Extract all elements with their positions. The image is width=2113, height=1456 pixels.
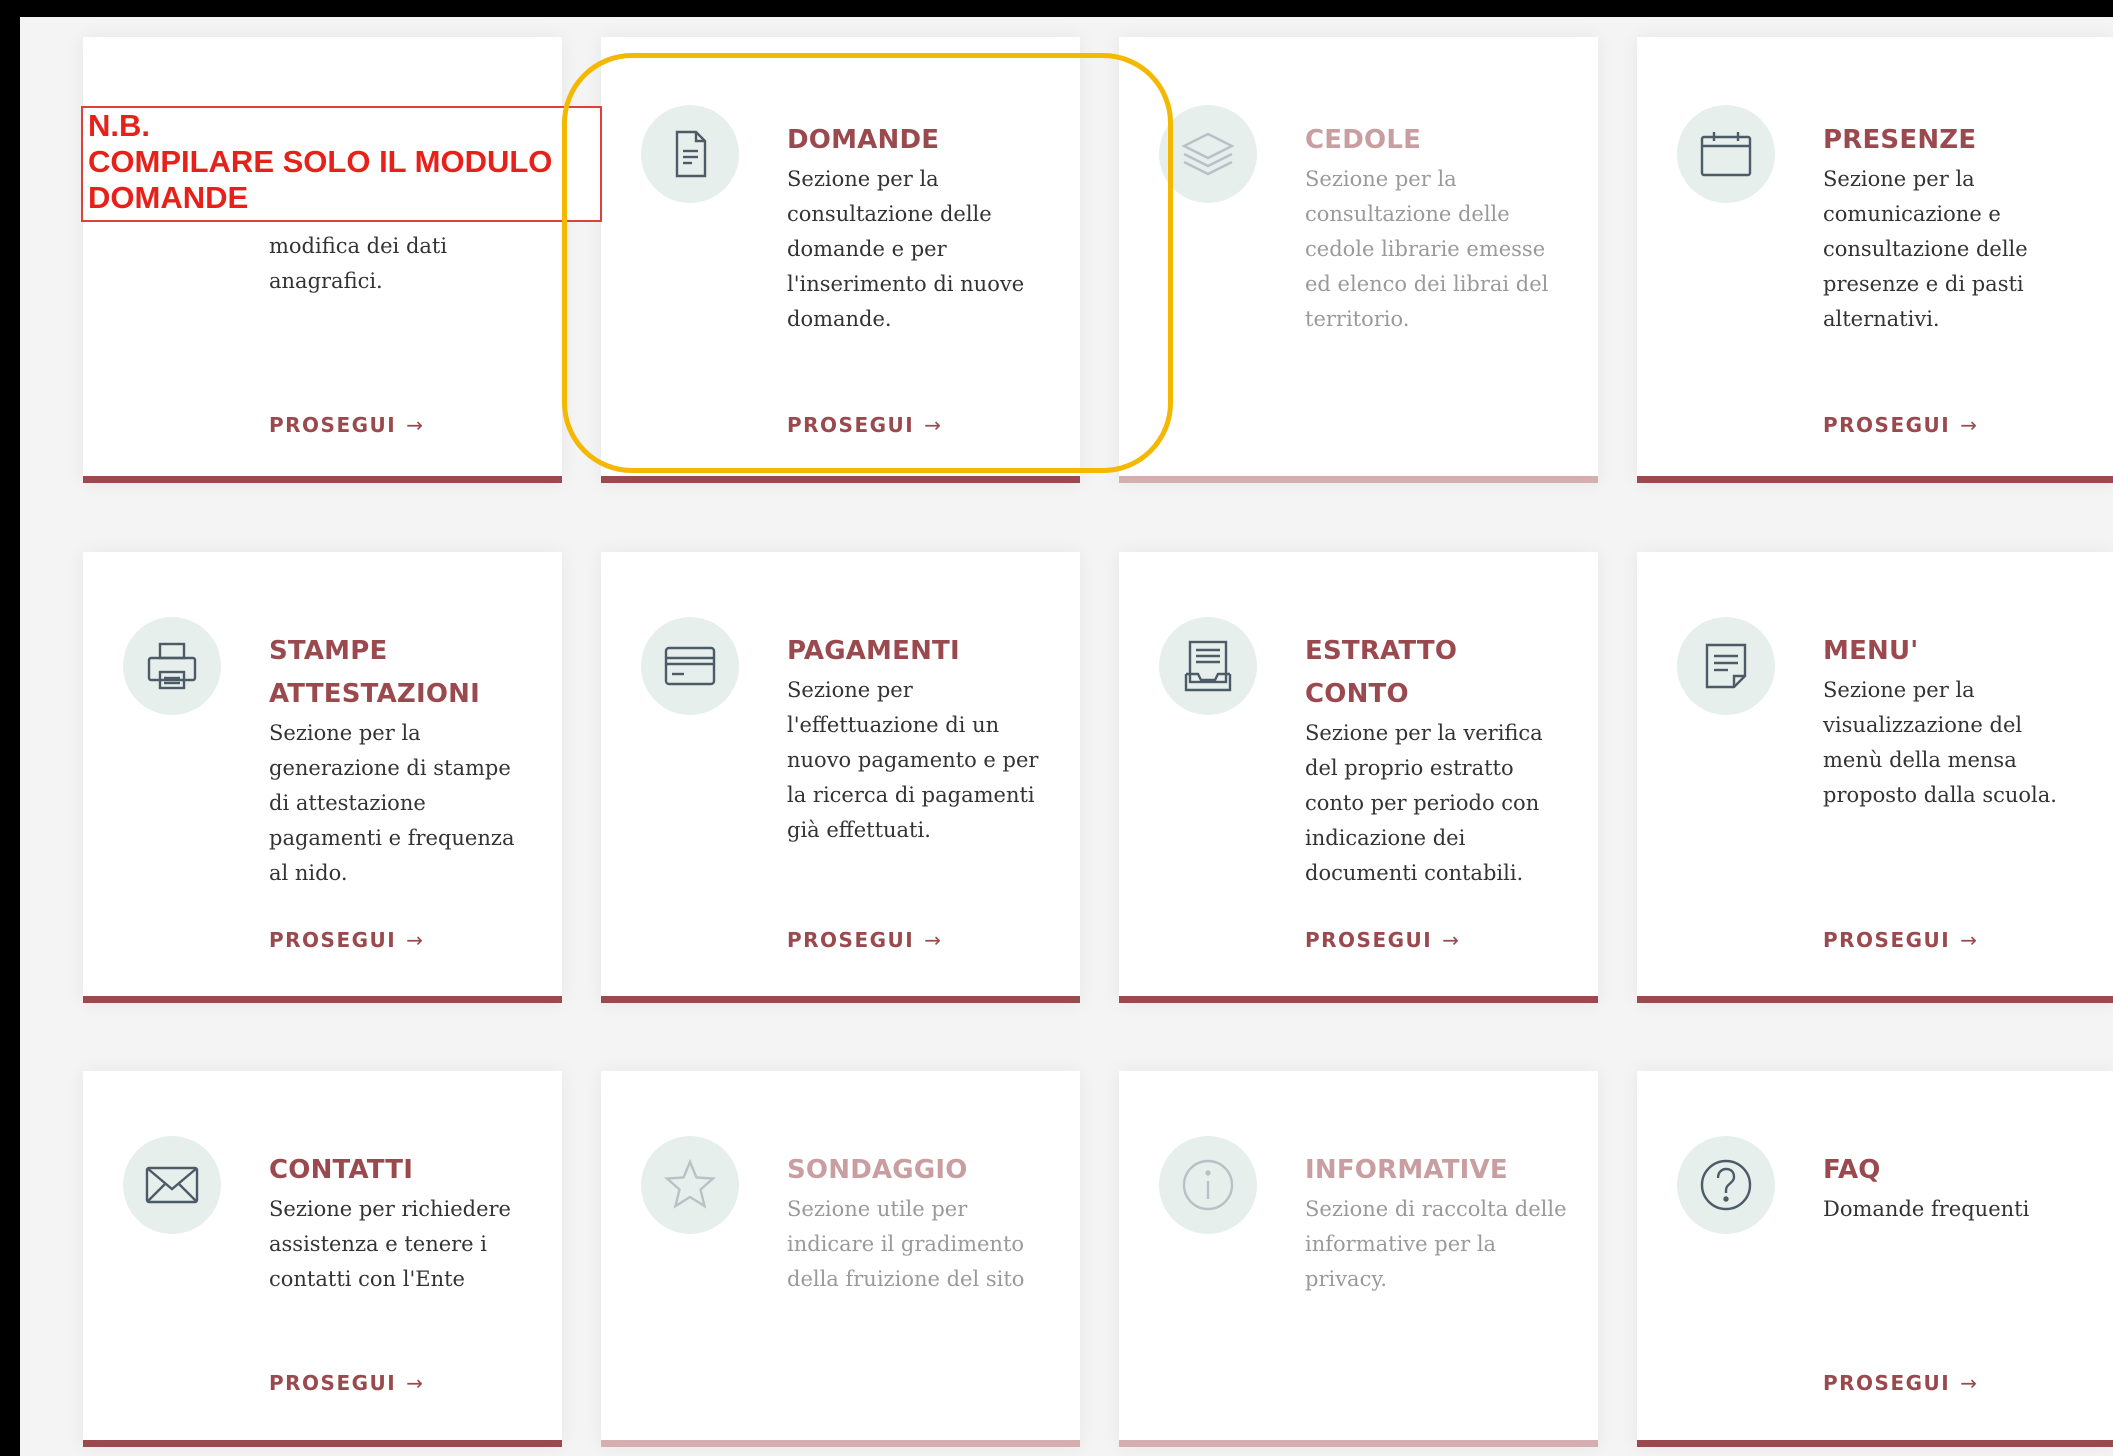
card-contatti[interactable]: CONTATTI Sezione per richiedere assisten… [83,1071,562,1447]
card-title: CEDOLE [1305,125,1422,155]
note-icon [1677,617,1775,715]
note-line: N.B. [88,108,150,143]
arrow-right-icon: → [1960,1371,1977,1395]
arrow-right-icon: → [1960,413,1977,437]
prosegui-link[interactable]: PROSEGUI → [269,1371,423,1395]
card-menu[interactable]: MENU' Sezione per la visualizzazione del… [1637,552,2113,1003]
layers-icon [1159,105,1257,203]
arrow-right-icon: → [1442,928,1459,952]
prosegui-label: PROSEGUI [787,928,915,952]
star-icon [641,1136,739,1234]
prosegui-label: PROSEGUI [269,928,397,952]
card-stampe-attestazioni[interactable]: STAMPE ATTESTAZIONI Sezione per la gener… [83,552,562,1003]
envelope-icon [123,1136,221,1234]
prosegui-label: PROSEGUI [1823,413,1951,437]
prosegui-label: PROSEGUI [269,1371,397,1395]
card-title: ESTRATTO CONTO [1305,636,1458,709]
arrow-right-icon: → [924,928,941,952]
printer-icon [123,617,221,715]
card-description: modifica dei dati anagrafici. [269,234,448,293]
calendar-icon [1677,105,1775,203]
prosegui-label: PROSEGUI [1823,928,1951,952]
card-anagrafica[interactable]: modifica dei dati anagrafici. PROSEGUI → [83,37,562,483]
card-title: STAMPE ATTESTAZIONI [269,636,480,709]
page-frame: modifica dei dati anagrafici. PROSEGUI → … [0,0,2113,1456]
card-informative: INFORMATIVE Sezione di raccolta delle in… [1119,1071,1598,1447]
prosegui-link[interactable]: PROSEGUI → [1823,1371,1977,1395]
card-description: Sezione utile per indicare il gradimento… [787,1197,1025,1291]
inbox-icon [1159,617,1257,715]
prosegui-link[interactable]: PROSEGUI → [1823,928,1977,952]
card-domande[interactable]: DOMANDE Sezione per la consultazione del… [601,37,1080,483]
card-description: Sezione per l'effettuazione di un nuovo … [787,678,1039,842]
prosegui-label: PROSEGUI [1305,928,1433,952]
cards-grid: modifica dei dati anagrafici. PROSEGUI → … [20,17,2113,1456]
prosegui-label: PROSEGUI [269,413,397,437]
arrow-right-icon: → [406,1371,423,1395]
card-description: Sezione per la generazione di stampe di … [269,721,515,885]
prosegui-link[interactable]: PROSEGUI → [269,928,423,952]
card-description: Sezione per la verifica del proprio estr… [1305,721,1543,885]
card-title: INFORMATIVE [1305,1155,1508,1185]
card-description: Sezione di raccolta delle informative pe… [1305,1197,1567,1291]
card-title: FAQ [1823,1155,1881,1185]
note-line: COMPILARE SOLO IL MODULO [88,144,553,179]
arrow-right-icon: → [406,413,423,437]
card-cedole: CEDOLE Sezione per la consultazione dell… [1119,37,1598,483]
note-line: DOMANDE [88,180,249,215]
arrow-right-icon: → [1960,928,1977,952]
note-annotation-box: N.B. COMPILARE SOLO IL MODULO DOMANDE [81,106,602,222]
card-title: SONDAGGIO [787,1155,968,1185]
card-estratto-conto[interactable]: ESTRATTO CONTO Sezione per la verifica d… [1119,552,1598,1003]
prosegui-link[interactable]: PROSEGUI → [787,413,941,437]
card-description: Sezione per richiedere assistenza e tene… [269,1197,511,1291]
credit-card-icon [641,617,739,715]
prosegui-link[interactable]: PROSEGUI → [1305,928,1459,952]
card-description: Domande frequenti [1823,1197,2030,1221]
card-description: Sezione per la consultazione delle cedol… [1305,167,1549,331]
prosegui-link[interactable]: PROSEGUI → [787,928,941,952]
card-description: Sezione per la visualizzazione del menù … [1823,678,2057,807]
card-pagamenti[interactable]: PAGAMENTI Sezione per l'effettuazione di… [601,552,1080,1003]
card-title: CONTATTI [269,1155,414,1185]
document-icon [641,105,739,203]
prosegui-label: PROSEGUI [1823,1371,1951,1395]
question-icon [1677,1136,1775,1234]
prosegui-link[interactable]: PROSEGUI → [1823,413,1977,437]
card-title: MENU' [1823,636,1919,666]
card-description: Sezione per la comunicazione e consultaz… [1823,167,2028,331]
prosegui-label: PROSEGUI [787,413,915,437]
card-presenze[interactable]: PRESENZE Sezione per la comunicazione e … [1637,37,2113,483]
card-faq[interactable]: FAQ Domande frequenti PROSEGUI → [1637,1071,2113,1447]
card-sondaggio: SONDAGGIO Sezione utile per indicare il … [601,1071,1080,1447]
arrow-right-icon: → [924,413,941,437]
info-icon [1159,1136,1257,1234]
prosegui-link[interactable]: PROSEGUI → [269,413,423,437]
card-title: PRESENZE [1823,125,1977,155]
card-title: PAGAMENTI [787,636,960,666]
card-description: Sezione per la consultazione delle doman… [787,167,1025,331]
card-title: DOMANDE [787,125,940,155]
arrow-right-icon: → [406,928,423,952]
